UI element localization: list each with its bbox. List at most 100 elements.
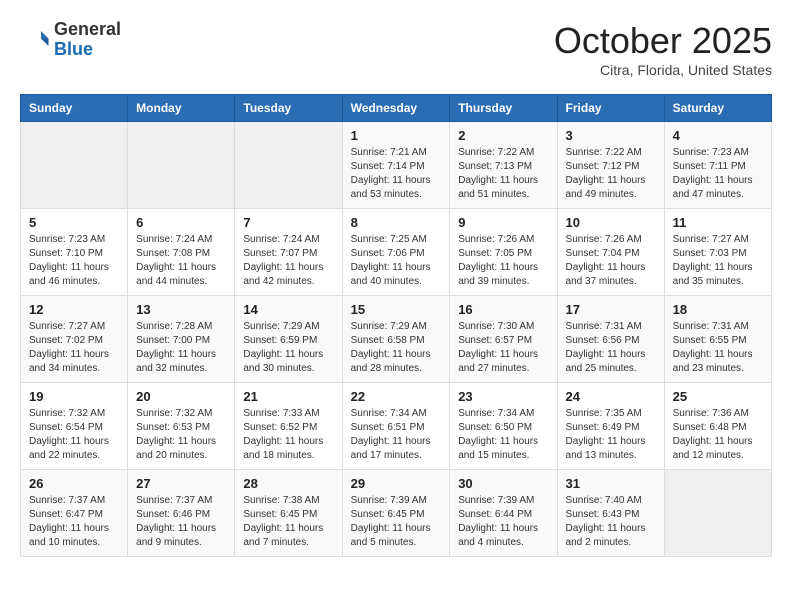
day-info: Sunrise: 7:26 AM Sunset: 7:04 PM Dayligh… — [566, 233, 656, 289]
day-number: 13 — [136, 302, 226, 317]
day-cell: 28 Sunrise: 7:38 AM Sunset: 6:45 PM Dayli… — [235, 470, 342, 557]
day-info: Sunrise: 7:35 AM Sunset: 6:49 PM Dayligh… — [566, 407, 656, 463]
day-info: Sunrise: 7:26 AM Sunset: 7:05 PM Dayligh… — [458, 233, 548, 289]
day-cell: 3Sunrise: 7:22 AM Sunset: 7:12 PM Daylig… — [557, 122, 664, 209]
day-cell: 26 Sunrise: 7:37 AM Sunset: 6:47 PM Dayli… — [21, 470, 128, 557]
weekday-header-wednesday: Wednesday — [342, 95, 450, 122]
day-info: Sunrise: 7:33 AM Sunset: 6:52 PM Dayligh… — [243, 407, 333, 463]
logo-blue: Blue — [54, 39, 93, 59]
day-info: Sunrise: 7:37 AM Sunset: 6:46 PM Dayligh… — [136, 494, 226, 550]
day-info: Sunrise: 7:39 AM Sunset: 6:44 PM Dayligh… — [458, 494, 548, 550]
day-number: 19 — [29, 389, 119, 404]
location: Citra, Florida, United States — [554, 62, 772, 78]
logo-text: General Blue — [54, 20, 121, 60]
day-info: Sunrise: 7:25 AM Sunset: 7:06 PM Dayligh… — [351, 233, 442, 289]
day-cell: 4 Sunrise: 7:23 AM Sunset: 7:11 PM Daylig… — [664, 122, 771, 209]
day-info: Sunrise: 7:22 AM Sunset: 7:13 PM Dayligh… — [458, 146, 548, 202]
day-info: Sunrise: 7:32 AM Sunset: 6:53 PM Dayligh… — [136, 407, 226, 463]
day-info: Sunrise: 7:40 AM Sunset: 6:43 PM Dayligh… — [566, 494, 656, 550]
day-info: Sunrise: 7:37 AM Sunset: 6:47 PM Dayligh… — [29, 494, 119, 550]
day-number: 11 — [673, 215, 763, 230]
day-number: 4 — [673, 128, 763, 143]
day-info: Sunrise: 7:23 AM Sunset: 7:10 PM Dayligh… — [29, 233, 119, 289]
day-number: 14 — [243, 302, 333, 317]
day-number: 12 — [29, 302, 119, 317]
title-block: October 2025 Citra, Florida, United Stat… — [554, 20, 772, 78]
day-number: 3 — [566, 128, 656, 143]
weekday-header-tuesday: Tuesday — [235, 95, 342, 122]
day-number: 8 — [351, 215, 442, 230]
day-info: Sunrise: 7:38 AM Sunset: 6:45 PM Dayligh… — [243, 494, 333, 550]
day-number: 1 — [351, 128, 442, 143]
day-info: Sunrise: 7:24 AM Sunset: 7:07 PM Dayligh… — [243, 233, 333, 289]
day-number: 28 — [243, 476, 333, 491]
day-info: Sunrise: 7:21 AM Sunset: 7:14 PM Dayligh… — [351, 146, 442, 202]
day-info: Sunrise: 7:30 AM Sunset: 6:57 PM Dayligh… — [458, 320, 548, 376]
day-info: Sunrise: 7:34 AM Sunset: 6:51 PM Dayligh… — [351, 407, 442, 463]
day-info: Sunrise: 7:24 AM Sunset: 7:08 PM Dayligh… — [136, 233, 226, 289]
day-cell: 23Sunrise: 7:34 AM Sunset: 6:50 PM Dayli… — [450, 383, 557, 470]
day-info: Sunrise: 7:32 AM Sunset: 6:54 PM Dayligh… — [29, 407, 119, 463]
day-number: 31 — [566, 476, 656, 491]
week-row-5: 26 Sunrise: 7:37 AM Sunset: 6:47 PM Dayli… — [21, 470, 772, 557]
day-number: 18 — [673, 302, 763, 317]
calendar: SundayMondayTuesdayWednesdayThursdayFrid… — [20, 94, 772, 557]
day-number: 6 — [136, 215, 226, 230]
day-cell: 12Sunrise: 7:27 AM Sunset: 7:02 PM Dayli… — [21, 296, 128, 383]
week-row-4: 19 Sunrise: 7:32 AM Sunset: 6:54 PM Dayli… — [21, 383, 772, 470]
day-cell: 13Sunrise: 7:28 AM Sunset: 7:00 PM Dayli… — [128, 296, 235, 383]
logo-icon — [20, 25, 50, 55]
day-number: 23 — [458, 389, 548, 404]
day-cell: 29Sunrise: 7:39 AM Sunset: 6:45 PM Dayli… — [342, 470, 450, 557]
day-number: 25 — [673, 389, 763, 404]
day-cell: 16Sunrise: 7:30 AM Sunset: 6:57 PM Dayli… — [450, 296, 557, 383]
day-info: Sunrise: 7:31 AM Sunset: 6:55 PM Dayligh… — [673, 320, 763, 376]
day-cell: 15 Sunrise: 7:29 AM Sunset: 6:58 PM Dayli… — [342, 296, 450, 383]
day-cell: 5Sunrise: 7:23 AM Sunset: 7:10 PM Daylig… — [21, 209, 128, 296]
day-number: 22 — [351, 389, 442, 404]
day-cell: 9Sunrise: 7:26 AM Sunset: 7:05 PM Daylig… — [450, 209, 557, 296]
weekday-header-saturday: Saturday — [664, 95, 771, 122]
day-cell: 30 Sunrise: 7:39 AM Sunset: 6:44 PM Dayli… — [450, 470, 557, 557]
day-cell — [664, 470, 771, 557]
day-number: 24 — [566, 389, 656, 404]
day-cell — [128, 122, 235, 209]
day-cell: 11 Sunrise: 7:27 AM Sunset: 7:03 PM Dayli… — [664, 209, 771, 296]
day-cell: 25Sunrise: 7:36 AM Sunset: 6:48 PM Dayli… — [664, 383, 771, 470]
day-cell: 22 Sunrise: 7:34 AM Sunset: 6:51 PM Dayli… — [342, 383, 450, 470]
day-cell: 14Sunrise: 7:29 AM Sunset: 6:59 PM Dayli… — [235, 296, 342, 383]
weekday-header-row: SundayMondayTuesdayWednesdayThursdayFrid… — [21, 95, 772, 122]
day-cell: 18 Sunrise: 7:31 AM Sunset: 6:55 PM Dayli… — [664, 296, 771, 383]
month-title: October 2025 — [554, 20, 772, 62]
day-cell — [235, 122, 342, 209]
day-cell: 21Sunrise: 7:33 AM Sunset: 6:52 PM Dayli… — [235, 383, 342, 470]
day-number: 20 — [136, 389, 226, 404]
day-cell: 19 Sunrise: 7:32 AM Sunset: 6:54 PM Dayli… — [21, 383, 128, 470]
logo-general: General — [54, 19, 121, 39]
day-number: 2 — [458, 128, 548, 143]
day-cell: 7 Sunrise: 7:24 AM Sunset: 7:07 PM Daylig… — [235, 209, 342, 296]
day-info: Sunrise: 7:39 AM Sunset: 6:45 PM Dayligh… — [351, 494, 442, 550]
day-info: Sunrise: 7:29 AM Sunset: 6:58 PM Dayligh… — [351, 320, 442, 376]
week-row-1: 1 Sunrise: 7:21 AM Sunset: 7:14 PM Daylig… — [21, 122, 772, 209]
day-cell: 27 Sunrise: 7:37 AM Sunset: 6:46 PM Dayli… — [128, 470, 235, 557]
day-info: Sunrise: 7:23 AM Sunset: 7:11 PM Dayligh… — [673, 146, 763, 202]
day-info: Sunrise: 7:27 AM Sunset: 7:03 PM Dayligh… — [673, 233, 763, 289]
day-cell: 17Sunrise: 7:31 AM Sunset: 6:56 PM Dayli… — [557, 296, 664, 383]
weekday-header-friday: Friday — [557, 95, 664, 122]
day-cell: 31 Sunrise: 7:40 AM Sunset: 6:43 PM Dayli… — [557, 470, 664, 557]
day-number: 7 — [243, 215, 333, 230]
day-cell: 24 Sunrise: 7:35 AM Sunset: 6:49 PM Dayli… — [557, 383, 664, 470]
weekday-header-monday: Monday — [128, 95, 235, 122]
day-number: 30 — [458, 476, 548, 491]
day-info: Sunrise: 7:31 AM Sunset: 6:56 PM Dayligh… — [566, 320, 656, 376]
day-number: 15 — [351, 302, 442, 317]
day-cell: 6 Sunrise: 7:24 AM Sunset: 7:08 PM Daylig… — [128, 209, 235, 296]
day-cell: 10Sunrise: 7:26 AM Sunset: 7:04 PM Dayli… — [557, 209, 664, 296]
weekday-header-thursday: Thursday — [450, 95, 557, 122]
day-cell: 2 Sunrise: 7:22 AM Sunset: 7:13 PM Daylig… — [450, 122, 557, 209]
logo: General Blue — [20, 20, 121, 60]
day-number: 27 — [136, 476, 226, 491]
day-number: 26 — [29, 476, 119, 491]
day-cell — [21, 122, 128, 209]
